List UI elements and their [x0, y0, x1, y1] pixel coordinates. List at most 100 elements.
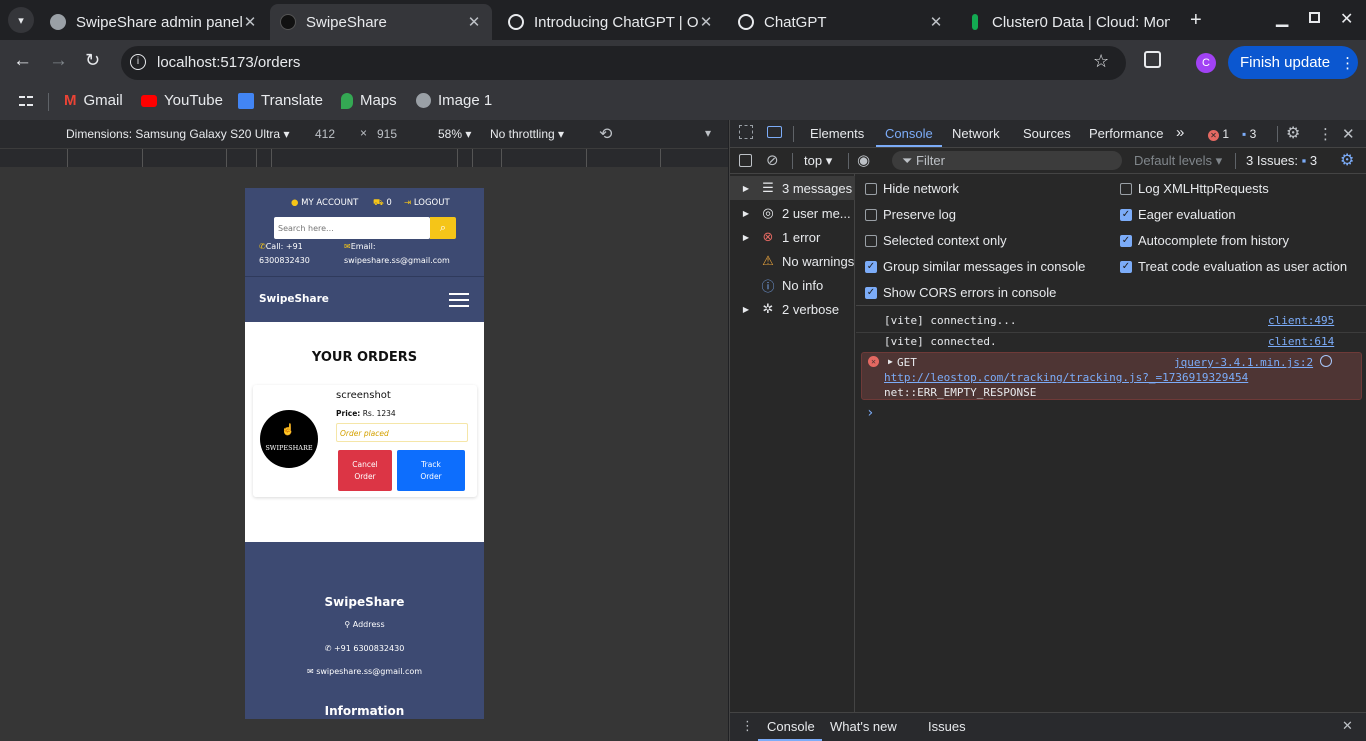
- forward-button[interactable]: →: [49, 50, 68, 72]
- log-levels-select[interactable]: Default levels ▾: [1134, 153, 1222, 169]
- site-brand[interactable]: SwipeShare: [259, 293, 329, 305]
- error-source-link[interactable]: jquery-3.4.1.min.js:2: [1174, 356, 1313, 369]
- option-log-xhr[interactable]: Log XMLHttpRequests: [1120, 181, 1269, 196]
- option-eager-eval[interactable]: ✓ Eager evaluation: [1120, 207, 1236, 222]
- eye-icon[interactable]: ◉: [857, 151, 870, 169]
- search-button[interactable]: ⌕: [430, 217, 456, 239]
- context-select[interactable]: top ▾: [804, 153, 832, 169]
- checkbox[interactable]: [1120, 182, 1132, 195]
- tab-introducing-chatgpt[interactable]: Introducing ChatGPT | OpenAI ✕: [498, 4, 724, 40]
- sidebar-messages[interactable]: ▶ ☰ 3 messages: [730, 176, 855, 200]
- issues-counter[interactable]: 3 Issues: ▪ 3: [1246, 153, 1317, 168]
- tab-swipeshare[interactable]: SwipeShare ✕: [270, 4, 492, 40]
- drawer-menu-icon[interactable]: ⋮: [741, 718, 754, 734]
- drawer-tab-whats-new[interactable]: What's new: [830, 719, 897, 734]
- inspect-element-icon[interactable]: [739, 125, 753, 139]
- device-width-input[interactable]: 412: [315, 127, 335, 141]
- option-autocomplete[interactable]: ✓ Autocomplete from history: [1120, 233, 1289, 248]
- url-text[interactable]: localhost:5173/orders: [157, 54, 300, 71]
- checkbox[interactable]: [865, 234, 877, 247]
- message-counter[interactable]: ▪ 3: [1242, 127, 1256, 141]
- sidebar-info[interactable]: ⓘ No info: [730, 273, 855, 297]
- device-select[interactable]: Dimensions: Samsung Galaxy S20 Ultra ▾: [66, 127, 289, 141]
- sidebar-warnings[interactable]: ⚠ No warnings: [730, 249, 855, 273]
- extensions-icon[interactable]: [1144, 51, 1161, 68]
- tab-performance[interactable]: Performance: [1089, 126, 1163, 141]
- expand-arrow-icon[interactable]: ▶: [888, 357, 893, 366]
- error-url-link[interactable]: http://leostop.com/tracking/tracking.js?…: [884, 371, 1248, 384]
- checkbox[interactable]: [865, 182, 877, 195]
- filter-input[interactable]: ⏷ Filter: [892, 151, 1122, 170]
- more-tabs-icon[interactable]: »: [1176, 124, 1184, 141]
- close-window-button[interactable]: ✕: [1340, 9, 1353, 29]
- settings-gear-icon[interactable]: ⚙: [1286, 123, 1300, 143]
- tab-network[interactable]: Network: [952, 126, 1000, 141]
- sidebar-errors[interactable]: ▶ ⊗ 1 error: [730, 225, 855, 249]
- console-settings-icon[interactable]: ⚙: [1340, 150, 1354, 170]
- close-icon[interactable]: ✕: [466, 13, 482, 31]
- checkbox-checked[interactable]: ✓: [1120, 234, 1132, 247]
- close-icon[interactable]: ✕: [928, 13, 944, 31]
- back-button[interactable]: ←: [13, 50, 32, 72]
- sidebar-verbose[interactable]: ▶ ✲ 2 verbose: [730, 297, 855, 321]
- tab-sources[interactable]: Sources: [1023, 126, 1071, 141]
- bookmark-image-1[interactable]: Image 1: [416, 92, 492, 109]
- cancel-order-button[interactable]: Cancel Order: [338, 450, 392, 491]
- close-icon[interactable]: ✕: [698, 13, 714, 31]
- checkbox[interactable]: [865, 208, 877, 221]
- clear-console-icon[interactable]: ⊘: [766, 151, 779, 169]
- minimize-button[interactable]: ▁: [1276, 8, 1288, 28]
- option-selected-context[interactable]: Selected context only: [865, 233, 1007, 248]
- close-devtools-icon[interactable]: ✕: [1342, 125, 1355, 143]
- option-hide-network[interactable]: Hide network: [865, 181, 959, 196]
- bookmark-star-icon[interactable]: ☆: [1093, 51, 1109, 72]
- bookmark-maps[interactable]: Maps: [341, 92, 397, 109]
- tab-mongodb[interactable]: Cluster0 Data | Cloud: MongoDB: [958, 4, 1180, 40]
- tab-elements[interactable]: Elements: [810, 126, 864, 141]
- rotate-icon[interactable]: ⟲: [599, 124, 612, 144]
- bookmark-gmail[interactable]: M Gmail: [64, 92, 123, 109]
- device-toggle-icon[interactable]: [767, 126, 782, 138]
- option-preserve-log[interactable]: Preserve log: [865, 207, 956, 222]
- logout-link[interactable]: ⇥ LOGOUT: [404, 198, 450, 208]
- checkbox-checked[interactable]: ✓: [865, 260, 877, 273]
- new-tab-button[interactable]: +: [1190, 9, 1202, 32]
- log-source-link[interactable]: client:614: [1268, 335, 1334, 348]
- maximize-button[interactable]: [1309, 12, 1320, 23]
- checkbox-checked[interactable]: ✓: [1120, 260, 1132, 273]
- bookmark-youtube[interactable]: YouTube: [141, 92, 223, 109]
- checkbox-checked[interactable]: ✓: [865, 286, 877, 299]
- address-bar[interactable]: i localhost:5173/orders ☆: [121, 46, 1126, 80]
- device-more-icon[interactable]: ▾: [705, 126, 711, 140]
- my-account-link[interactable]: ● MY ACCOUNT: [291, 198, 358, 208]
- device-height-input[interactable]: 915: [377, 127, 397, 141]
- track-order-button[interactable]: Track Order: [397, 450, 465, 491]
- reload-button[interactable]: ↻: [85, 50, 100, 71]
- info-icon[interactable]: i: [130, 54, 146, 70]
- zoom-select[interactable]: 58% ▾: [438, 127, 471, 141]
- close-drawer-icon[interactable]: ✕: [1342, 718, 1353, 734]
- console-prompt[interactable]: ›: [856, 405, 1366, 425]
- avatar[interactable]: C: [1196, 53, 1216, 73]
- log-source-link[interactable]: client:495: [1268, 314, 1334, 327]
- option-group-similar[interactable]: ✓ Group similar messages in console: [865, 259, 1085, 274]
- tab-admin-panel[interactable]: SwipeShare admin panel ✕: [40, 4, 268, 40]
- apps-grid-icon[interactable]: [19, 94, 33, 108]
- option-treat-user-action[interactable]: ✓ Treat code evaluation as user action: [1120, 259, 1347, 274]
- sidebar-toggle-icon[interactable]: [739, 154, 752, 167]
- error-counter[interactable]: ✕ 1: [1208, 127, 1229, 141]
- drawer-tab-issues[interactable]: Issues: [928, 719, 966, 734]
- bookmark-translate[interactable]: Translate: [238, 92, 323, 109]
- sidebar-user-messages[interactable]: ▶ ◎ 2 user me...: [730, 201, 855, 225]
- option-cors-errors[interactable]: ✓ Show CORS errors in console: [865, 285, 1056, 300]
- finish-update-button[interactable]: Finish update ⋮: [1228, 46, 1358, 79]
- drawer-tab-console[interactable]: Console: [767, 719, 815, 734]
- tab-console[interactable]: Console: [885, 126, 933, 141]
- cart-link[interactable]: ⛟ 0: [373, 198, 392, 209]
- checkbox-checked[interactable]: ✓: [1120, 208, 1132, 221]
- close-icon[interactable]: ✕: [242, 13, 258, 31]
- search-input[interactable]: [274, 217, 430, 239]
- tab-search-button[interactable]: ▾: [8, 7, 34, 33]
- hamburger-menu-icon[interactable]: [449, 293, 469, 307]
- tab-chatgpt[interactable]: ChatGPT ✕: [728, 4, 954, 40]
